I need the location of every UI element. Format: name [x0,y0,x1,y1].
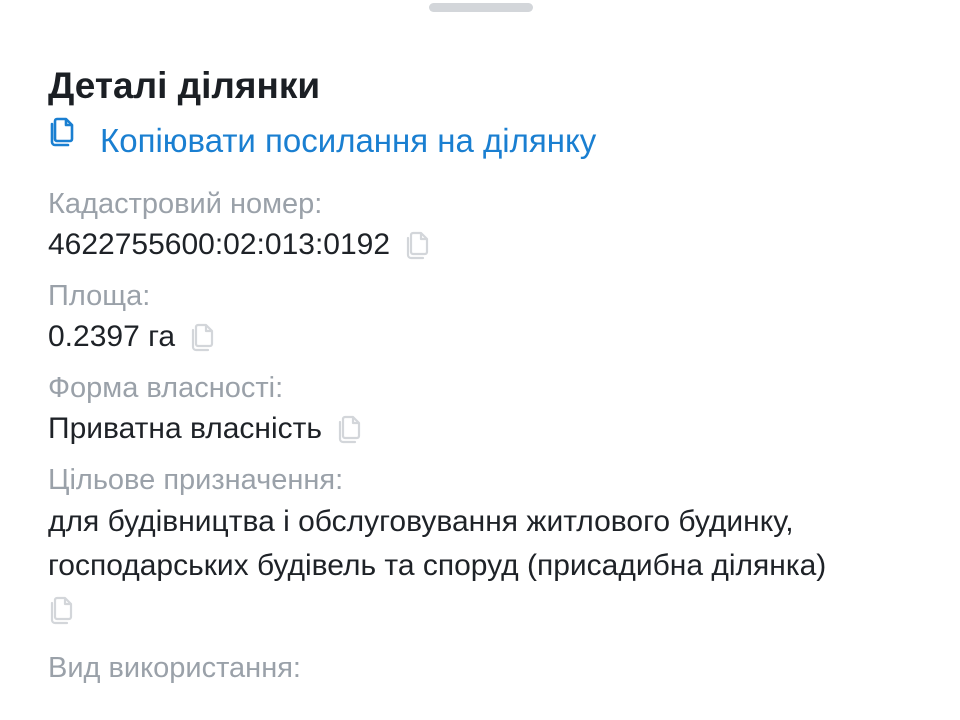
copy-icon[interactable] [336,413,366,445]
area-value: 0.2397 га [48,320,176,353]
area-label: Площа: [48,280,151,312]
cadastral-number-label: Кадастровий номер: [48,188,323,220]
designated-purpose-value: для будівництва і обслуговування житлово… [48,500,928,588]
sheet-drag-handle[interactable] [429,3,533,12]
designated-purpose-line: для будівництва і обслуговування житлово… [48,505,794,538]
usage-type-label: Вид використання: [48,652,301,684]
ownership-form-label: Форма власності: [48,372,284,404]
ownership-form-row: Приватна власність [48,408,928,450]
copy-icon[interactable] [404,229,434,261]
area-row: 0.2397 га [48,316,928,358]
cadastral-number-row: 4622755600:02:013:0192 [48,224,928,266]
copy-icon [50,117,74,147]
copy-icon[interactable] [48,594,78,626]
copy-plot-link-label: Копіювати посилання на ділянку [100,122,597,159]
ownership-form-value: Приватна власність [48,412,322,445]
designated-purpose-label: Цільове призначення: [48,464,344,496]
plot-details-panel: Деталі ділянки Копіювати посилання на ді… [48,62,928,688]
copy-plot-link-button[interactable]: Копіювати посилання на ділянку [48,117,928,164]
designated-purpose-line: господарських будівель та споруд (присад… [48,549,827,582]
cadastral-number-value: 4622755600:02:013:0192 [48,228,391,261]
copy-icon[interactable] [189,321,219,353]
page-title: Деталі ділянки [48,65,321,106]
